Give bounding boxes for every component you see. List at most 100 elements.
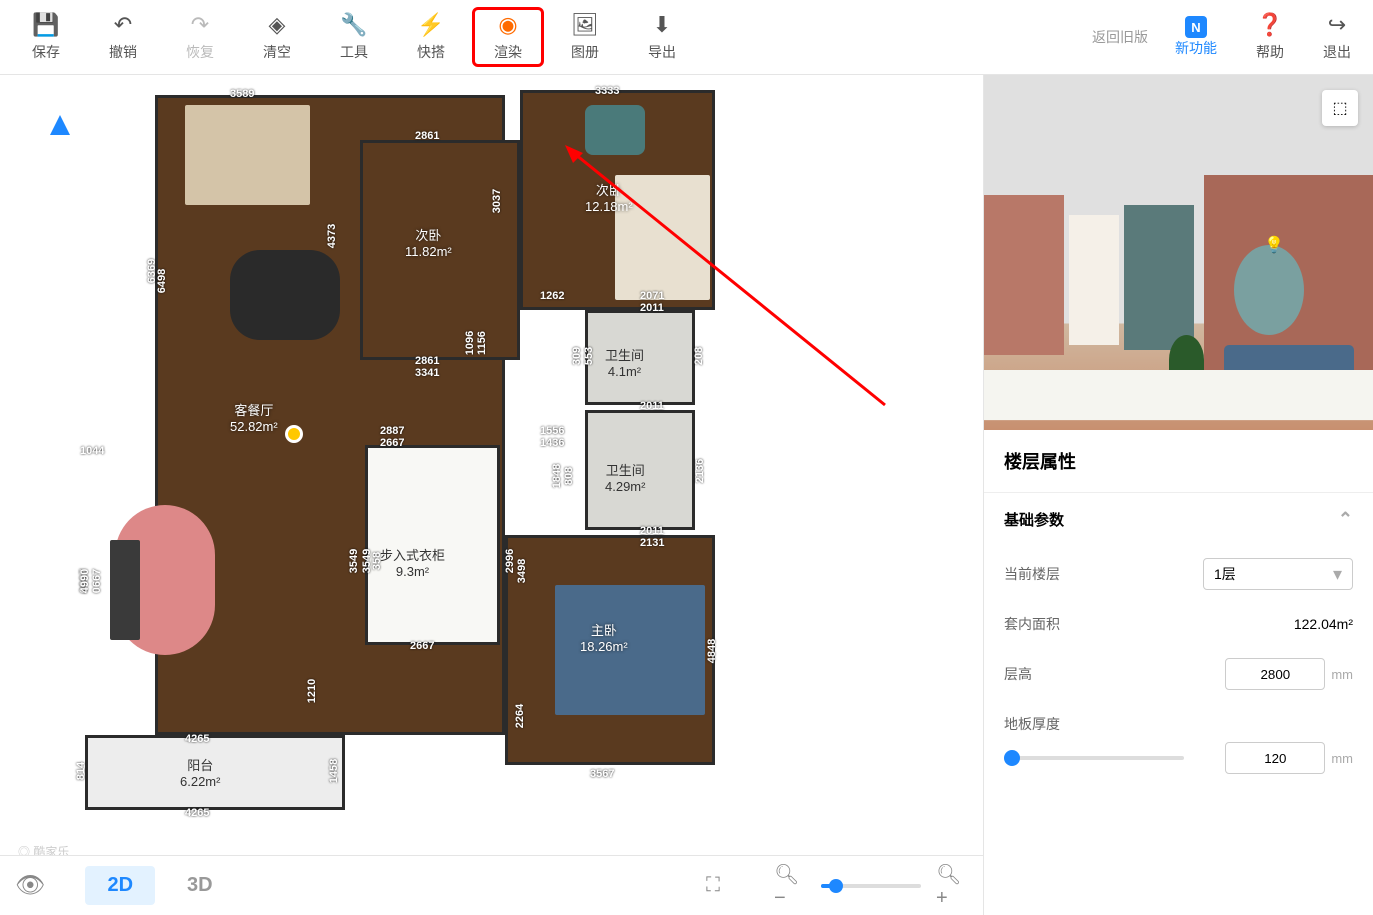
floor-select[interactable]: 1层 ▾ <box>1203 558 1353 590</box>
export-button[interactable]: ⬇ 导出 <box>626 7 698 67</box>
dim: 3341 <box>415 367 439 379</box>
undo-button[interactable]: ↶ 撤销 <box>87 7 159 67</box>
fullscreen-button[interactable]: ⛶ <box>697 870 729 902</box>
section-basic-header[interactable]: 基础参数 ⌃ <box>1004 493 1353 546</box>
gallery-button[interactable]: 🖼 图册 <box>549 7 621 67</box>
clear-label: 清空 <box>263 42 291 62</box>
render-button[interactable]: ◉ 渲染 <box>472 7 544 67</box>
thickness-input[interactable] <box>1225 742 1325 774</box>
view-2d-button[interactable]: 2D <box>85 866 155 905</box>
dim: 2011 <box>640 525 664 537</box>
view-toggle: 2D 3D <box>85 866 234 905</box>
camera-position-dot[interactable] <box>285 425 303 443</box>
dim: 4265 <box>185 733 209 745</box>
help-label: 帮助 <box>1256 42 1284 62</box>
zoom-out-button[interactable]: 🔍︎− <box>774 870 806 902</box>
dim: 1556 <box>540 425 564 437</box>
help-button[interactable]: ❓ 帮助 <box>1244 7 1296 67</box>
floor-label: 当前楼层 <box>1004 564 1060 584</box>
dim: 2887 <box>380 425 404 437</box>
dim: 1848 <box>551 464 563 488</box>
toolbar-left: 💾 保存 ↶ 撤销 ↷ 恢复 ◈ 清空 🔧 工具 ⚡ 快搭 ◉ 渲染 🖼 <box>10 7 698 67</box>
dim: 3037 <box>491 189 503 213</box>
preview-3d[interactable]: 💡 ⬚ <box>984 75 1373 430</box>
dim: 4373 <box>326 224 338 248</box>
quickbuild-button[interactable]: ⚡ 快搭 <box>395 7 467 67</box>
new-features-button[interactable]: N 新功能 <box>1163 7 1229 67</box>
height-input[interactable] <box>1225 658 1325 690</box>
help-icon: ❓ <box>1256 12 1283 38</box>
panel-basic-section: 基础参数 ⌃ 当前楼层 1层 ▾ 套内面积 122.04m² 层高 mm <box>984 493 1373 786</box>
height-unit: mm <box>1331 667 1353 682</box>
dim: 309 <box>571 347 583 365</box>
toolbar-right: 返回旧版 N 新功能 ❓ 帮助 ↪ 退出 <box>1092 7 1363 67</box>
old-version-link[interactable]: 返回旧版 <box>1092 27 1148 47</box>
dim: 2996 <box>504 549 516 573</box>
right-panel: 💡 ⬚ 楼层属性 基础参数 ⌃ 当前楼层 1层 ▾ 套内面积 <box>983 75 1373 915</box>
tools-button[interactable]: 🔧 工具 <box>318 7 390 67</box>
redo-button[interactable]: ↷ 恢复 <box>164 7 236 67</box>
label-bedroom2: 次卧12.18m² <box>585 180 633 214</box>
dim: 3498 <box>516 559 528 583</box>
gallery-icon: 🖼 <box>571 12 599 38</box>
save-button[interactable]: 💾 保存 <box>10 7 82 67</box>
chevron-down-icon: ▾ <box>1333 564 1342 585</box>
new-features-label: 新功能 <box>1175 38 1217 58</box>
dim: 3549 <box>348 549 360 573</box>
undo-label: 撤销 <box>109 42 137 62</box>
canvas-area[interactable]: 次卧12.18m² 次卧11.82m² 客餐厅52.82m² 卫生间4.1m² … <box>0 75 983 915</box>
view-3d-button[interactable]: 3D <box>165 866 235 905</box>
render-icon: ◉ <box>498 12 517 38</box>
dim: 358 <box>371 552 383 570</box>
thickness-slider-handle[interactable] <box>1004 750 1020 766</box>
furniture-sofa[interactable] <box>110 540 140 640</box>
save-icon: 💾 <box>32 12 59 38</box>
dim: 2667 <box>410 640 434 652</box>
gallery-label: 图册 <box>571 42 599 62</box>
zoom-slider-handle[interactable] <box>829 879 843 893</box>
dim: 4990 <box>79 569 91 593</box>
save-label: 保存 <box>32 42 60 62</box>
row-height: 层高 mm <box>1004 646 1353 702</box>
dim: 1436 <box>540 437 564 449</box>
dim: 808 <box>563 467 575 485</box>
row-thickness: 地板厚度 mm <box>1004 702 1353 786</box>
furniture-rug[interactable] <box>185 105 310 205</box>
furniture-table[interactable] <box>230 250 340 340</box>
dim: 2011 <box>640 302 664 314</box>
export-label: 导出 <box>648 42 676 62</box>
label-closet: 步入式衣柜9.3m² <box>380 545 445 579</box>
quickbuild-label: 快搭 <box>417 42 445 62</box>
label-bedroom3: 次卧11.82m² <box>405 225 452 259</box>
dim: 2861 <box>415 130 439 142</box>
height-label: 层高 <box>1004 664 1032 684</box>
exit-button[interactable]: ↪ 退出 <box>1311 7 1363 67</box>
visibility-toggle[interactable]: 👁 <box>15 871 45 900</box>
dim: 814 <box>75 762 87 780</box>
redo-label: 恢复 <box>186 42 214 62</box>
dim: 3333 <box>595 85 619 97</box>
main-area: 次卧12.18m² 次卧11.82m² 客餐厅52.82m² 卫生间4.1m² … <box>0 75 1373 915</box>
export-icon: ⬇ <box>653 12 671 38</box>
floorplan[interactable]: 次卧12.18m² 次卧11.82m² 客餐厅52.82m² 卫生间4.1m² … <box>85 85 725 815</box>
label-balcony: 阳台6.22m² <box>180 755 220 789</box>
bottom-bar: 👁 2D 3D ⛶ 🔍︎− 🔍︎+ <box>0 855 983 915</box>
row-area: 套内面积 122.04m² <box>1004 602 1353 646</box>
exit-icon: ↪ <box>1328 12 1346 38</box>
dim: 2667 <box>380 437 404 449</box>
expand-preview-button[interactable]: ⬚ <box>1322 90 1358 126</box>
section-basic-label: 基础参数 <box>1004 509 1064 530</box>
new-badge-icon: N <box>1185 16 1207 38</box>
dim: 4848 <box>706 639 718 663</box>
thickness-slider[interactable] <box>1004 756 1184 760</box>
clear-button[interactable]: ◈ 清空 <box>241 7 313 67</box>
dim: 1096 <box>464 331 476 355</box>
dim: 208 <box>693 347 705 365</box>
furniture-bed2[interactable] <box>555 585 705 715</box>
main-toolbar: 💾 保存 ↶ 撤销 ↷ 恢复 ◈ 清空 🔧 工具 ⚡ 快搭 ◉ 渲染 🖼 <box>0 0 1373 75</box>
furniture-chair[interactable] <box>585 105 645 155</box>
area-label: 套内面积 <box>1004 614 1060 634</box>
zoom-in-button[interactable]: 🔍︎+ <box>936 870 968 902</box>
zoom-slider[interactable] <box>821 884 921 888</box>
dim: 2131 <box>640 537 664 549</box>
